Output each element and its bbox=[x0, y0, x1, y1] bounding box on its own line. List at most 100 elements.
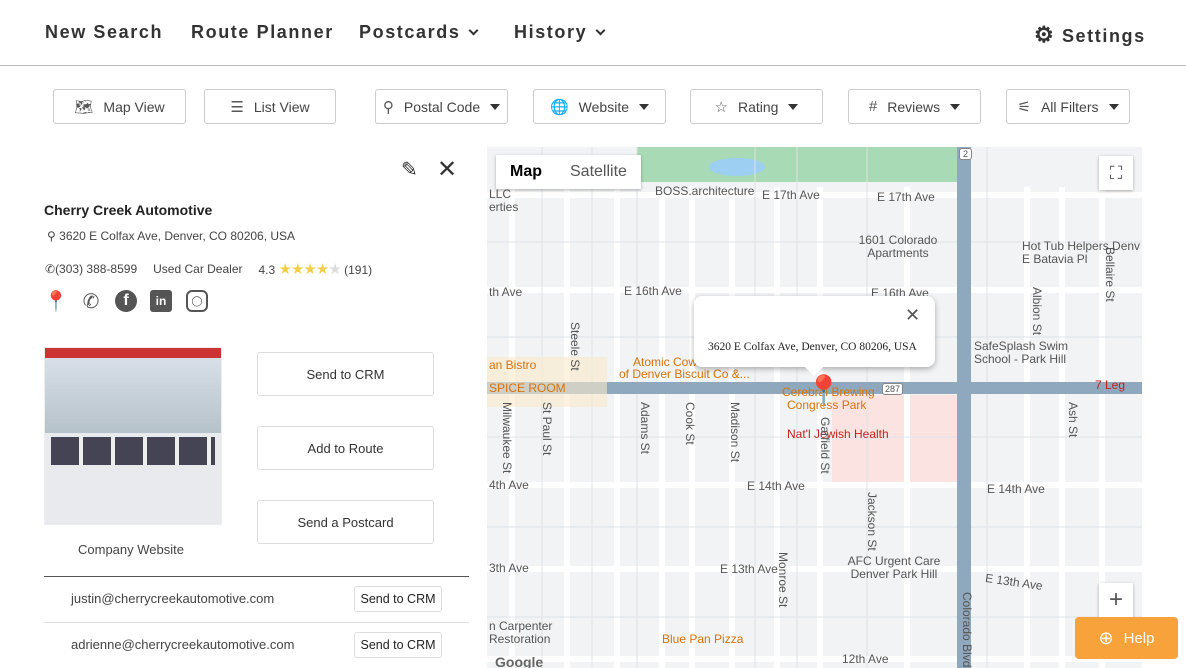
phone-icon: ✆ bbox=[45, 262, 56, 276]
all-filters-button[interactable]: ⚟ All Filters bbox=[1006, 89, 1130, 124]
business-phone[interactable]: (303) 388-8599 bbox=[55, 262, 137, 276]
popup-address: 3620 E Colfax Ave, Denver, CO 80206, USA bbox=[708, 341, 917, 353]
email-address: justin@cherrycreekautomotive.com bbox=[71, 591, 275, 606]
map-label: Albion St bbox=[1030, 287, 1044, 336]
rating-value: 4.3 bbox=[258, 263, 276, 277]
map-label-text: 1601 Colorado Apartments bbox=[858, 233, 938, 260]
map-label: E 13th Ave bbox=[720, 562, 778, 576]
map-label: Garfield St bbox=[818, 417, 832, 474]
nav-route-planner[interactable]: Route Planner bbox=[191, 22, 334, 43]
map-pin-icon[interactable]: 📍 bbox=[44, 290, 69, 313]
globe-icon: 🌐 bbox=[549, 98, 569, 116]
email-send-to-crm-button[interactable]: Send to CRM bbox=[354, 632, 442, 658]
reviews-filter[interactable]: # Reviews bbox=[848, 89, 981, 124]
map-label: 7 Leg bbox=[1095, 378, 1126, 392]
map-label: 12th Ave bbox=[842, 652, 889, 666]
route-shield: 2 bbox=[959, 148, 973, 160]
website-label: Website bbox=[578, 98, 629, 115]
list-icon: ☰ bbox=[230, 98, 244, 116]
email-send-to-crm-button[interactable]: Send to CRM bbox=[354, 586, 442, 612]
selected-location-marker[interactable]: 📍 bbox=[805, 377, 842, 407]
nav-postcards[interactable]: Postcards bbox=[359, 22, 479, 43]
send-to-crm-button[interactable]: Send to CRM bbox=[257, 352, 434, 396]
nav-settings[interactable]: ⚙ Settings bbox=[1034, 22, 1146, 48]
lifebuoy-icon: ⊕ bbox=[1098, 627, 1114, 648]
postal-code-filter[interactable]: ⚲ Postal Code bbox=[375, 89, 508, 124]
map-label: Madison St bbox=[728, 402, 742, 463]
list-view-button[interactable]: ☰ List View bbox=[204, 89, 336, 124]
popup-close-icon[interactable]: ✕ bbox=[905, 305, 920, 326]
map-label: of Denver Biscuit Co &... bbox=[619, 367, 750, 381]
map-label: Steele St bbox=[568, 322, 582, 371]
add-to-route-button[interactable]: Add to Route bbox=[257, 426, 434, 470]
all-filters-label: All Filters bbox=[1040, 98, 1099, 115]
rating-group: 4.3 ★★★★★ (191) bbox=[259, 260, 373, 278]
help-button[interactable]: ⊕ Help bbox=[1075, 617, 1178, 659]
facebook-icon[interactable]: f bbox=[115, 290, 137, 312]
map-label: Adams St bbox=[638, 402, 652, 455]
nav-history[interactable]: History bbox=[514, 22, 606, 43]
close-icon[interactable]: ✕ bbox=[437, 155, 457, 184]
send-postcard-button[interactable]: Send a Postcard bbox=[257, 500, 434, 544]
phone-icon[interactable]: ✆ bbox=[80, 290, 102, 313]
map-label: Monroe St bbox=[776, 552, 790, 608]
map-label: E 16th Ave bbox=[624, 284, 682, 298]
map-label: an Bistro bbox=[489, 358, 537, 372]
sliders-icon: ⚟ bbox=[1017, 98, 1031, 116]
info-row: ✆(303) 388-8599 Used Car Dealer 4.3 ★★★★… bbox=[45, 260, 372, 278]
postal-code-label: Postal Code bbox=[403, 98, 481, 115]
website-filter[interactable]: 🌐 Website bbox=[533, 89, 666, 124]
caret-down-icon bbox=[1108, 103, 1119, 110]
star-icon: ☆ bbox=[714, 98, 728, 116]
gear-icon: ⚙ bbox=[1034, 22, 1056, 47]
company-website-label[interactable]: Company Website bbox=[78, 542, 184, 557]
caret-down-icon bbox=[950, 103, 961, 110]
map-label: Milwaukee St bbox=[500, 402, 514, 474]
edit-pencil-icon[interactable]: ✎ bbox=[401, 157, 418, 182]
map-view-button[interactable]: 🗺 Map View bbox=[53, 89, 186, 124]
chevron-down-icon bbox=[469, 25, 479, 36]
google-logo: Google bbox=[495, 654, 544, 668]
email-row: adrienne@cherrycreekautomotive.com Send t… bbox=[44, 622, 469, 667]
map-icon: 🗺 bbox=[74, 98, 94, 116]
nav-new-search[interactable]: New Search bbox=[45, 22, 163, 43]
rating-filter[interactable]: ☆ Rating bbox=[690, 89, 823, 124]
map-view-label: Map View bbox=[103, 98, 165, 115]
help-label: Help bbox=[1123, 629, 1155, 647]
map-canvas[interactable]: Map Satellite ⛶ BOSS.architecture E 17th … bbox=[487, 147, 1142, 668]
top-nav: New Search Route Planner Postcards Histo… bbox=[0, 0, 1186, 66]
map-label: 1601 Colorado Apartments bbox=[853, 234, 943, 260]
phone-row: ✆(303) 388-8599 bbox=[45, 262, 137, 276]
map-label: E Batavia Pl bbox=[1022, 252, 1088, 266]
linkedin-icon[interactable]: in bbox=[150, 290, 172, 312]
map-label: th Ave bbox=[489, 285, 523, 299]
list-view-label: List View bbox=[253, 98, 310, 115]
map-label: Cook St bbox=[683, 402, 697, 445]
map-label: St Paul St bbox=[540, 402, 554, 456]
rating-stars: ★★★★★ bbox=[278, 261, 342, 278]
map-info-popup: ✕ 3620 E Colfax Ave, Denver, CO 80206, U… bbox=[694, 296, 935, 376]
reviews-label: Reviews bbox=[887, 98, 941, 115]
map-label: E 14th Ave bbox=[987, 482, 1045, 496]
map-label: LLC bbox=[489, 187, 512, 201]
tab-map[interactable]: Map bbox=[496, 155, 556, 189]
map-label: E 14th Ave bbox=[747, 479, 805, 493]
caret-down-icon bbox=[490, 103, 501, 110]
instagram-icon[interactable]: ◯ bbox=[186, 290, 208, 312]
email-row: justin@cherrycreekautomotive.com Send to … bbox=[44, 577, 469, 622]
review-count: (191) bbox=[344, 263, 373, 277]
map-label: Ash St bbox=[1066, 402, 1080, 438]
pin-outline-icon: ⚲ bbox=[47, 229, 56, 243]
map-label: AFC Urgent Care Denver Park Hill bbox=[847, 554, 941, 581]
caret-down-icon bbox=[639, 103, 649, 110]
tab-satellite[interactable]: Satellite bbox=[556, 155, 641, 189]
nav-postcards-label: Postcards bbox=[359, 22, 461, 42]
fullscreen-icon[interactable]: ⛶ bbox=[1099, 156, 1133, 190]
website-thumbnail[interactable] bbox=[44, 347, 222, 525]
location-pin-icon: ⚲ bbox=[382, 98, 394, 116]
address-row: ⚲ 3620 E Colfax Ave, Denver, CO 80206, U… bbox=[47, 229, 295, 243]
hash-icon: # bbox=[868, 98, 878, 115]
zoom-in-button[interactable]: + bbox=[1099, 583, 1133, 617]
nav-settings-label: Settings bbox=[1061, 26, 1146, 46]
map-label: 4th Ave bbox=[489, 478, 529, 492]
